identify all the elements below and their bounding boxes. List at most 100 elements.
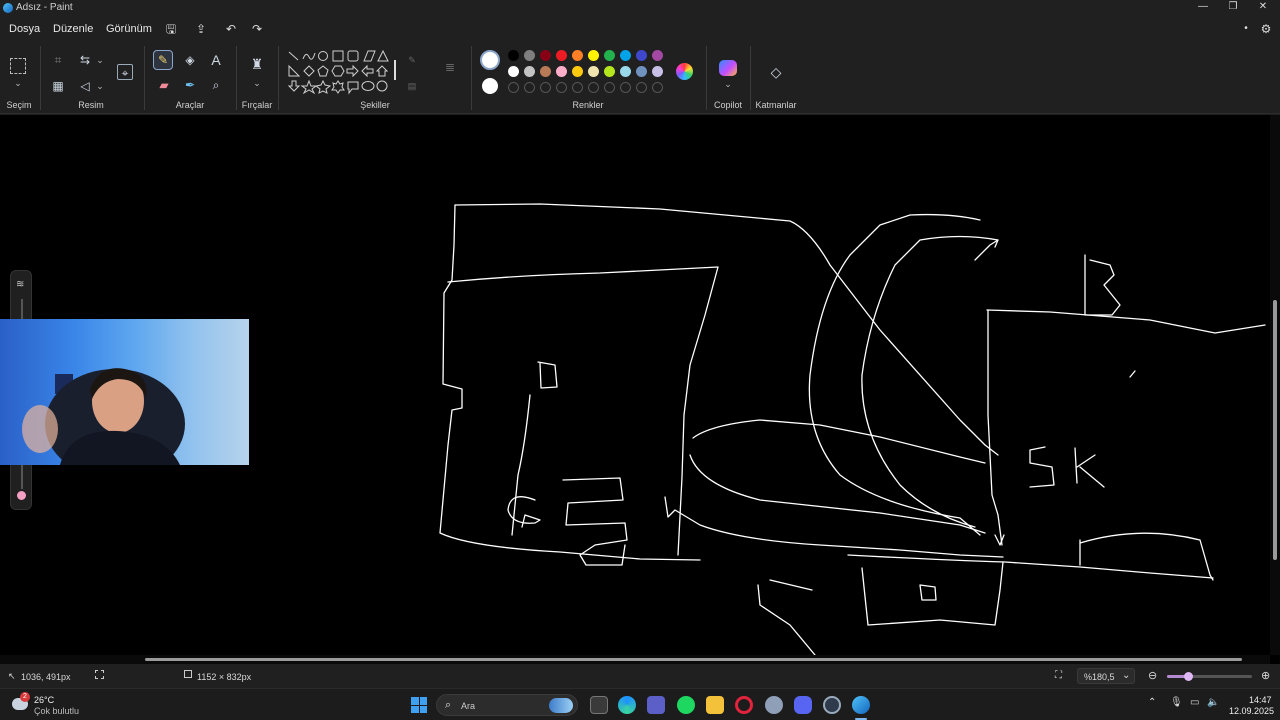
volume-icon[interactable]: 🔈 — [1207, 697, 1219, 708]
zoom-slider-handle[interactable] — [1184, 672, 1193, 681]
outline-icon[interactable]: ✎ — [406, 54, 418, 66]
chevron-down-icon[interactable]: ⌄ — [12, 77, 24, 89]
redo-icon[interactable]: ↷ — [249, 21, 265, 37]
color-swatch[interactable] — [604, 66, 615, 77]
custom-color-slot[interactable] — [636, 82, 647, 93]
color-swatch[interactable] — [588, 66, 599, 77]
spotify-icon[interactable] — [677, 696, 695, 714]
clock-time[interactable]: 14:47 — [1249, 695, 1272, 705]
size-icon[interactable]: ≣ — [442, 59, 458, 75]
minimize-button[interactable]: — — [1188, 0, 1218, 16]
color-picker-icon[interactable]: ✒ — [182, 77, 198, 93]
selection-rectangle-icon[interactable] — [10, 58, 26, 74]
clock-date[interactable]: 12.09.2025 — [1229, 706, 1274, 716]
opera-gx-icon[interactable] — [735, 696, 753, 714]
chevron-down-icon[interactable]: ⌄ — [94, 80, 106, 92]
chevron-down-icon[interactable]: ⌄ — [94, 54, 106, 66]
menu-view[interactable]: Görünüm — [106, 23, 152, 35]
color-swatch[interactable] — [508, 50, 519, 61]
shapes-gallery[interactable] — [286, 49, 396, 97]
custom-color-slot[interactable] — [524, 82, 535, 93]
shapes-scroll-indicator[interactable] — [394, 60, 396, 80]
color-swatch[interactable] — [620, 50, 631, 61]
save-icon[interactable]: 🖫 — [163, 21, 179, 37]
custom-color-slot[interactable] — [620, 82, 631, 93]
horizontal-scrollbar[interactable] — [0, 655, 1270, 664]
zoom-out-icon[interactable]: ⊖ — [1148, 669, 1157, 682]
color-swatch[interactable] — [652, 50, 663, 61]
chevron-down-icon[interactable]: ⌄ — [251, 77, 263, 89]
custom-color-slot[interactable] — [652, 82, 663, 93]
custom-color-slot[interactable] — [604, 82, 615, 93]
color-swatch[interactable] — [524, 66, 535, 77]
custom-color-slot[interactable] — [508, 82, 519, 93]
vertical-scrollbar[interactable] — [1270, 115, 1280, 655]
custom-color-slot[interactable] — [588, 82, 599, 93]
custom-color-slot[interactable] — [540, 82, 551, 93]
crop-icon[interactable]: ⌗ — [50, 52, 66, 68]
eraser-icon[interactable]: ▰ — [156, 77, 172, 93]
color-swatch[interactable] — [540, 50, 551, 61]
paint-taskbar-icon[interactable] — [852, 696, 870, 714]
share-icon[interactable]: ⇪ — [193, 21, 209, 37]
secondary-color-swatch[interactable] — [482, 78, 498, 94]
task-view-icon[interactable] — [590, 696, 608, 714]
brush-icon[interactable]: ♜ — [249, 56, 265, 72]
color-swatch[interactable] — [556, 66, 567, 77]
brush-size-handle[interactable] — [17, 491, 26, 500]
text-tool-icon[interactable]: A — [208, 52, 224, 68]
fill-icon[interactable]: ▤ — [406, 80, 418, 92]
weather-temp[interactable]: 26°C — [34, 695, 54, 705]
taskbar-search-box[interactable]: ⌕ Ara — [436, 694, 578, 716]
color-swatch[interactable] — [508, 66, 519, 77]
edge-browser-icon[interactable] — [618, 696, 636, 714]
network-icon[interactable]: ▭ — [1190, 697, 1199, 708]
zoom-in-icon[interactable]: ⊕ — [1261, 669, 1270, 682]
windows-start-icon[interactable] — [411, 697, 427, 713]
edit-colors-icon[interactable] — [676, 63, 693, 80]
account-icon[interactable]: • — [1238, 21, 1254, 37]
menu-file[interactable]: Dosya — [9, 23, 40, 35]
fit-to-window-icon[interactable]: ⛶ — [1055, 670, 1062, 681]
color-swatch[interactable] — [572, 50, 583, 61]
file-explorer-icon[interactable] — [706, 696, 724, 714]
undo-icon[interactable]: ↶ — [223, 21, 239, 37]
steam-icon[interactable] — [765, 696, 783, 714]
chevron-up-icon[interactable]: ⌃ — [1148, 697, 1156, 708]
color-swatch[interactable] — [636, 66, 647, 77]
primary-color-swatch[interactable] — [480, 50, 500, 70]
color-swatch[interactable] — [620, 66, 631, 77]
custom-color-slot[interactable] — [556, 82, 567, 93]
copilot-icon[interactable] — [719, 60, 737, 76]
close-button[interactable]: ✕ — [1248, 0, 1278, 16]
chevron-down-icon[interactable]: ⌄ — [722, 78, 734, 90]
color-swatch[interactable] — [540, 66, 551, 77]
microphone-icon[interactable]: 🎙 — [1170, 697, 1183, 708]
app-icon[interactable] — [823, 696, 841, 714]
zoom-dropdown[interactable]: %180,5 ⌄ — [1077, 668, 1135, 684]
background-remove-icon[interactable]: ▦ — [50, 78, 66, 94]
pencil-icon[interactable]: ✎ — [153, 50, 173, 70]
magnifier-icon[interactable]: ⌕ — [208, 77, 224, 93]
resize-icon[interactable]: ⇆ — [77, 52, 93, 68]
zoom-slider-track[interactable] — [1167, 672, 1252, 681]
color-swatch[interactable] — [636, 50, 647, 61]
menu-edit[interactable]: Düzenle — [53, 23, 93, 35]
discord-icon[interactable] — [794, 696, 812, 714]
fill-bucket-icon[interactable]: ◈ — [182, 52, 198, 68]
color-swatch[interactable] — [652, 66, 663, 77]
restore-button[interactable]: ❐ — [1218, 0, 1248, 16]
color-swatch[interactable] — [588, 50, 599, 61]
rotate-icon[interactable]: ◁ — [77, 78, 93, 94]
weather-desc[interactable]: Çok bulutlu — [34, 706, 79, 716]
settings-gear-icon[interactable]: ⚙ — [1258, 21, 1274, 37]
color-swatch[interactable] — [604, 50, 615, 61]
layers-icon[interactable]: ◇ — [768, 64, 784, 80]
color-swatch[interactable] — [524, 50, 535, 61]
color-swatch[interactable] — [556, 50, 567, 61]
scroll-thumb[interactable] — [1273, 300, 1277, 560]
teams-icon[interactable] — [647, 696, 665, 714]
image-select-icon[interactable]: ⌖ — [117, 64, 133, 80]
custom-color-slot[interactable] — [572, 82, 583, 93]
color-swatch[interactable] — [572, 66, 583, 77]
